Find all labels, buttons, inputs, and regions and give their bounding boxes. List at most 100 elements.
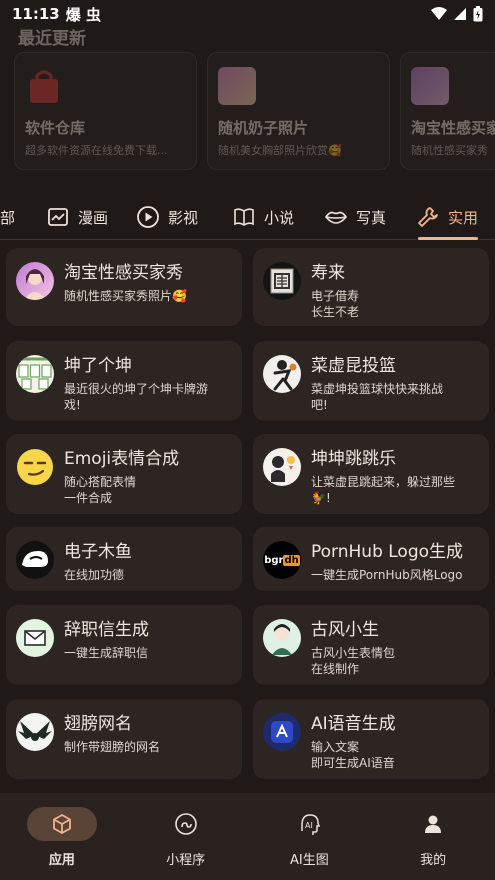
- tab-video[interactable]: 影视: [136, 194, 198, 240]
- recent-card-photos[interactable]: 随机奶子照片 随机美女胸部照片欣赏🥰: [207, 52, 390, 170]
- tab-label: 部: [0, 208, 16, 227]
- card-title: 淘宝性感买家秀: [64, 263, 183, 283]
- status-notification-icons: 爆 虫: [65, 5, 101, 24]
- photo-thumbnail-icon: [218, 67, 256, 105]
- kun-jump-icon: [263, 448, 301, 486]
- recent-card-taobao[interactable]: 淘宝性感买家 随机性感买家秀: [400, 52, 495, 170]
- category-tabs: 部 漫画 影视 小说 写真 实用: [0, 194, 495, 240]
- nav-profile[interactable]: 我的: [371, 793, 495, 880]
- card-desc: 一键生成辞职信: [64, 646, 149, 660]
- wooden-fish-icon: [16, 541, 54, 579]
- card-desc: 电子借寿 长生不老: [311, 289, 360, 319]
- nav-label: AI生图: [290, 853, 329, 868]
- wifi-icon: [431, 7, 447, 20]
- nav-mini-programs[interactable]: 小程序: [124, 793, 248, 880]
- tab-label: 实用: [448, 208, 479, 227]
- card-title: AI语音生成: [311, 714, 396, 734]
- svg-text:AI: AI: [305, 821, 313, 830]
- nav-ai-image[interactable]: AI AI生图: [248, 793, 372, 880]
- tab-photos[interactable]: 写真: [324, 194, 386, 240]
- active-tab-indicator: [418, 237, 478, 240]
- nav-apps[interactable]: 应用: [0, 793, 124, 880]
- card-title: 菜虚昆投篮: [311, 356, 396, 376]
- card-desc: 随心搭配表情 一件合成: [64, 475, 137, 505]
- card-desc: 输入文案 即可生成AI语音: [311, 740, 395, 770]
- ancient-character-icon: [263, 619, 301, 657]
- taobao-avatar-icon: [16, 262, 54, 300]
- card-desc: 在线加功德: [64, 568, 125, 582]
- card-desc: 让菜虚昆跳起来，躲过那些 🐓!: [311, 475, 456, 505]
- card-emoji-mix[interactable]: Emoji表情合成 随心搭配表情 一件合成: [6, 434, 242, 514]
- tab-label: 小说: [264, 208, 295, 227]
- card-title: 古风小生: [311, 620, 379, 640]
- nav-pill: [398, 807, 468, 841]
- ai-voice-icon: [263, 713, 301, 751]
- status-right: [431, 6, 483, 22]
- card-shoulai[interactable]: 寿来 电子借寿 长生不老: [253, 248, 489, 326]
- logo-left-text: bgr: [264, 554, 284, 566]
- recent-card-desc: 超多软件资源在线免费下载...: [25, 144, 168, 157]
- card-desc: 随机性感买家秀照片🥰: [64, 289, 187, 303]
- nav-pill: [151, 807, 221, 841]
- status-bar: 11:13 爆 虫: [0, 0, 495, 28]
- card-desc: 制作带翅膀的网名: [64, 740, 161, 754]
- tab-novel[interactable]: 小说: [232, 194, 294, 240]
- tab-comics[interactable]: 漫画: [46, 194, 108, 240]
- recent-card-software[interactable]: 软件仓库 超多软件资源在线免费下载...: [14, 52, 197, 170]
- tab-all[interactable]: 部: [0, 194, 15, 240]
- tab-label: 漫画: [78, 208, 109, 227]
- bottom-navigation: 应用 小程序 AI AI生图 我的: [0, 793, 495, 880]
- shoulai-icon: [263, 262, 301, 300]
- envelope-icon: [16, 619, 54, 657]
- card-wings-nickname[interactable]: 翅膀网名 制作带翅膀的网名: [6, 699, 242, 779]
- card-title: 坤坤跳跳乐: [311, 449, 396, 469]
- wrench-icon: [418, 207, 438, 227]
- card-desc: 菜虚坤投篮球快快来挑战 吧!: [311, 382, 444, 412]
- tab-label: 写真: [356, 208, 387, 227]
- card-kun-jump[interactable]: 坤坤跳跳乐 让菜虚昆跳起来，躲过那些 🐓!: [253, 434, 489, 514]
- basketball-player-icon: [263, 355, 301, 393]
- card-title: Emoji表情合成: [64, 449, 180, 469]
- card-desc: 最近很火的坤了个坤卡牌游 戏!: [64, 382, 209, 412]
- play-icon: [137, 206, 159, 228]
- card-title: 寿来: [311, 263, 345, 283]
- card-desc: 古风小生表情包 在线制作: [311, 646, 396, 676]
- lips-icon: [325, 211, 347, 224]
- card-basketball[interactable]: 菜虚昆投篮 菜虚坤投篮球快快来挑战 吧!: [253, 341, 489, 421]
- mini-program-icon: [174, 813, 197, 835]
- card-title: PornHub Logo生成: [311, 542, 464, 562]
- card-ai-voice[interactable]: AI语音生成 输入文案 即可生成AI语音: [253, 699, 489, 779]
- nav-label: 小程序: [166, 853, 206, 868]
- card-title: 坤了个坤: [64, 356, 132, 376]
- logo-generator-icon: bgr dh: [263, 541, 301, 579]
- signal-icon: [454, 8, 466, 20]
- tab-utility[interactable]: 实用: [416, 194, 478, 240]
- recent-card-desc: 随机性感买家秀: [411, 144, 488, 157]
- smirk-emoji-icon: [16, 448, 54, 486]
- ai-head-icon: AI: [301, 814, 321, 835]
- card-desc: 一键生成PornHub风格Logo: [311, 568, 463, 582]
- nav-pill: AI: [274, 807, 344, 841]
- card-kun-card-game[interactable]: 坤了个坤 最近很火的坤了个坤卡牌游 戏!: [6, 341, 242, 421]
- card-resignation-letter[interactable]: 辞职信生成 一键生成辞职信: [6, 605, 242, 685]
- card-title: 电子木鱼: [64, 542, 132, 562]
- taobao-thumbnail-icon: [411, 67, 449, 105]
- wings-icon: [16, 713, 54, 751]
- card-pornhub-logo[interactable]: bgr dh PornHub Logo生成 一键生成PornHub风格Logo: [253, 527, 489, 591]
- cube-icon: [52, 814, 71, 834]
- card-taobao-buyer-show[interactable]: 淘宝性感买家秀 随机性感买家秀照片🥰: [6, 248, 242, 326]
- nav-label: 我的: [420, 853, 447, 868]
- recent-card-title: 软件仓库: [25, 119, 86, 137]
- logo-right-text: dh: [283, 554, 300, 566]
- recent-card-title: 随机奶子照片: [218, 119, 309, 137]
- recent-card-title: 淘宝性感买家: [411, 119, 495, 137]
- book-icon: [234, 208, 254, 226]
- card-wooden-fish[interactable]: 电子木鱼 在线加功德: [6, 527, 242, 591]
- recent-section: 最近更新 软件仓库 超多软件资源在线免费下载... 随机奶子照片 随机美女胸部照…: [0, 20, 495, 180]
- battery-icon: [473, 6, 483, 22]
- card-title: 翅膀网名: [64, 714, 132, 734]
- nav-active-pill: [26, 807, 97, 841]
- card-game-icon: [16, 355, 54, 393]
- card-ancient-style[interactable]: 古风小生 古风小生表情包 在线制作: [253, 605, 489, 685]
- status-time: 11:13: [12, 5, 60, 23]
